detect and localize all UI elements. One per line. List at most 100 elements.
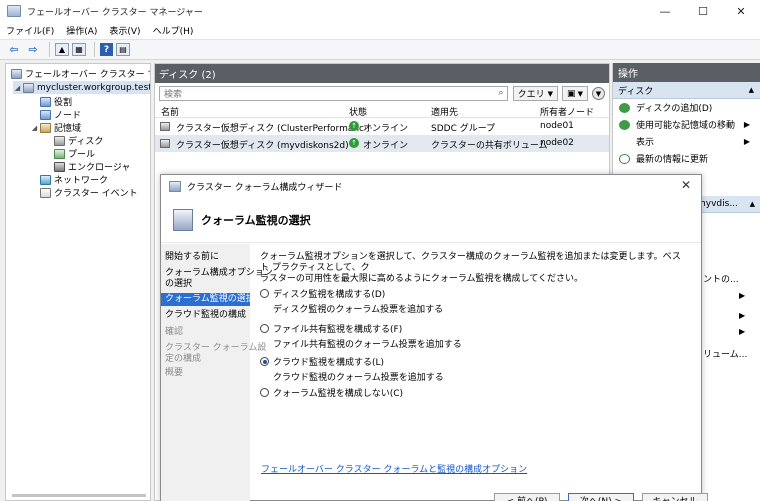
option-disk-witness[interactable]: ディスク監視を構成する(D) ディスク監視のクォーラム投票を追加する	[260, 287, 443, 315]
query-label: クエリ	[517, 90, 545, 100]
up-folder-icon[interactable]: ▲	[55, 43, 69, 56]
tree-item-enclosures[interactable]: エンクロージャ	[54, 160, 130, 173]
app-icon	[7, 5, 21, 17]
step-configure-cloud-witness[interactable]: クラウド監視の構成	[165, 310, 246, 321]
action-partial-label[interactable]: リューム...	[703, 347, 747, 360]
tree-item-label: 記憶域	[54, 124, 82, 134]
collapse-arrow-icon[interactable]: ▲	[749, 86, 754, 94]
disk-icon	[160, 122, 170, 131]
column-header-name[interactable]: 名前	[161, 105, 179, 118]
navigation-tree: フェールオーバー クラスター マネージャー ◢ mycluster.workgr…	[5, 63, 151, 501]
query-button[interactable]: クエリ ▼	[512, 86, 558, 101]
wizard-page-title: クォーラム監視の選択	[201, 213, 311, 227]
show-pane-icon[interactable]: ▦	[72, 43, 86, 56]
wizard-description: クォーラム監視オプションを選択して、クラスター構成のクォーラム監視を追加または変…	[260, 252, 688, 285]
actions-section-label: ディスク	[618, 86, 654, 97]
step-label: クォーラム構成オプション	[165, 268, 273, 278]
option-label: ファイル共有監視を構成する(F)	[273, 325, 403, 335]
help-icon[interactable]: ?	[100, 43, 113, 56]
next-button[interactable]: 次へ(N) >	[568, 493, 634, 501]
tree-item-label: ノード	[54, 111, 82, 121]
collapse-arrow-icon[interactable]: ▲	[750, 200, 755, 208]
tree-item-events[interactable]: クラスター イベント	[40, 186, 138, 199]
toolbar-separator	[94, 42, 95, 57]
tree-item-label: 役割	[54, 98, 73, 108]
action-move-storage[interactable]: 使用可能な記憶域の移動 ▶	[613, 116, 760, 133]
column-header-assigned[interactable]: 適用先	[431, 105, 458, 118]
description-line: クォーラム監視オプションを選択して、クラスター構成のクォーラム監視を追加または変…	[260, 252, 681, 273]
menu-help[interactable]: ヘルプ(H)	[153, 24, 194, 37]
nodes-icon	[40, 109, 51, 120]
tree-item-root[interactable]: フェールオーバー クラスター マネージャー	[11, 67, 150, 80]
tree-item-storage[interactable]: ◢ 記憶域	[30, 121, 81, 134]
enclosure-icon	[54, 161, 65, 172]
window-controls: — ☐ ✕	[646, 0, 760, 22]
action-view[interactable]: 表示 ▶	[613, 133, 760, 150]
tree-item-pools[interactable]: プール	[54, 147, 95, 160]
column-header-owner[interactable]: 所有者ノード	[540, 105, 594, 118]
tree-item-label: ディスク	[68, 137, 104, 147]
actions-section-disks[interactable]: ディスク ▲	[613, 82, 760, 99]
expand-arrow-icon[interactable]: ◢	[30, 124, 39, 132]
close-button[interactable]: ✕	[722, 0, 760, 22]
cancel-button[interactable]: キャンセル	[642, 493, 708, 501]
maximize-button[interactable]: ☐	[684, 0, 722, 22]
expand-options-button[interactable]: ▼	[592, 87, 605, 100]
tree-item-nodes[interactable]: ノード	[40, 108, 81, 121]
step-before-you-begin[interactable]: 開始する前に	[165, 252, 219, 263]
blank-icon	[619, 137, 630, 147]
wizard-icon	[169, 180, 181, 192]
tree-item-networks[interactable]: ネットワーク	[40, 173, 108, 186]
menu-action[interactable]: 操作(A)	[66, 24, 97, 37]
menu-file[interactable]: ファイル(F)	[6, 24, 54, 37]
back-arrow-icon[interactable]: ⇦	[6, 42, 22, 58]
action-pane-icon[interactable]: ▤	[116, 43, 130, 56]
disks-panel-header: ディスク (2)	[155, 64, 609, 83]
online-status-icon: ↑	[349, 138, 359, 148]
toolbar: ⇦ ⇨ ▲ ▦ ? ▤	[0, 39, 760, 60]
row-assigned: クラスターの共有ボリューム	[431, 141, 548, 151]
option-file-share-witness[interactable]: ファイル共有監視を構成する(F) ファイル共有監視のクォーラム投票を追加する	[260, 322, 462, 350]
search-input[interactable]: 検索 ⌕	[159, 86, 508, 101]
radio-cloud-witness[interactable]	[260, 357, 269, 366]
option-no-witness[interactable]: クォーラム監視を構成しない(C)	[260, 386, 403, 399]
wizard-body: クォーラム監視オプションを選択して、クラスター構成のクォーラム監視を追加または変…	[260, 252, 690, 399]
step-select-config-option[interactable]: クォーラム構成オプション の選択	[165, 268, 273, 290]
disk-icon	[160, 139, 170, 148]
table-row[interactable]: クラスター仮想ディスク (myvdiskons2d) ↑ オンライン クラスター…	[155, 135, 609, 152]
minimize-button[interactable]: —	[646, 0, 684, 22]
forward-arrow-icon[interactable]: ⇨	[25, 42, 41, 58]
tree-horizontal-scrollbar[interactable]	[12, 494, 146, 497]
tree-item-disks[interactable]: ディスク	[54, 134, 103, 147]
step-select-quorum-witness[interactable]: クォーラム監視の選択	[161, 293, 255, 306]
menu-view[interactable]: 表示(V)	[109, 24, 140, 37]
radio-no-witness[interactable]	[260, 388, 269, 397]
option-label: ディスク監視を構成する(D)	[273, 290, 386, 300]
quorum-options-link[interactable]: フェールオーバー クラスター クォーラムと監視の構成オプション	[261, 462, 527, 475]
radio-disk-witness[interactable]	[260, 289, 269, 298]
quorum-wizard-dialog: クラスター クォーラム構成ウィザード ✕ クォーラム監視の選択 開始する前に ク…	[160, 174, 708, 501]
action-refresh[interactable]: 最新の情報に更新	[613, 150, 760, 167]
column-header-status[interactable]: 状態	[349, 105, 367, 118]
online-status-icon: ↑	[349, 121, 359, 131]
expand-arrow-icon[interactable]: ◢	[13, 84, 22, 92]
table-row[interactable]: クラスター仮想ディスク (ClusterPerformanc··· ↑ オンライ…	[155, 118, 609, 135]
submenu-arrow-icon: ▶	[743, 137, 750, 146]
tree-item-label: フェールオーバー クラスター マネージャー	[25, 70, 150, 80]
window-title: フェールオーバー クラスター マネージャー	[27, 7, 203, 18]
option-cloud-witness[interactable]: クラウド監視を構成する(L) クラウド監視のクォーラム投票を追加する	[260, 355, 444, 383]
radio-file-share-witness[interactable]	[260, 324, 269, 333]
action-add-disk[interactable]: ディスクの追加(D)	[613, 99, 760, 116]
tree-item-label: クラスター イベント	[54, 189, 138, 199]
row-assigned: SDDC グループ	[431, 124, 496, 134]
tree-item-roles[interactable]: 役割	[40, 95, 72, 108]
action-partial-label[interactable]: ントの...	[703, 272, 739, 285]
close-icon[interactable]: ✕	[681, 178, 691, 192]
tree-item-label: mycluster.workgroup.test	[37, 82, 151, 93]
back-button[interactable]: < 前へ(P)	[494, 493, 560, 501]
tree-item-cluster[interactable]: ◢ mycluster.workgroup.test	[13, 81, 151, 94]
save-query-button[interactable]: ▣ ▼	[562, 86, 588, 101]
search-icon[interactable]: ⌕	[499, 88, 504, 98]
tree-item-label: ネットワーク	[54, 176, 109, 186]
step-configure-quorum-settings: クラスター クォーラム設 定の構成	[165, 343, 266, 365]
